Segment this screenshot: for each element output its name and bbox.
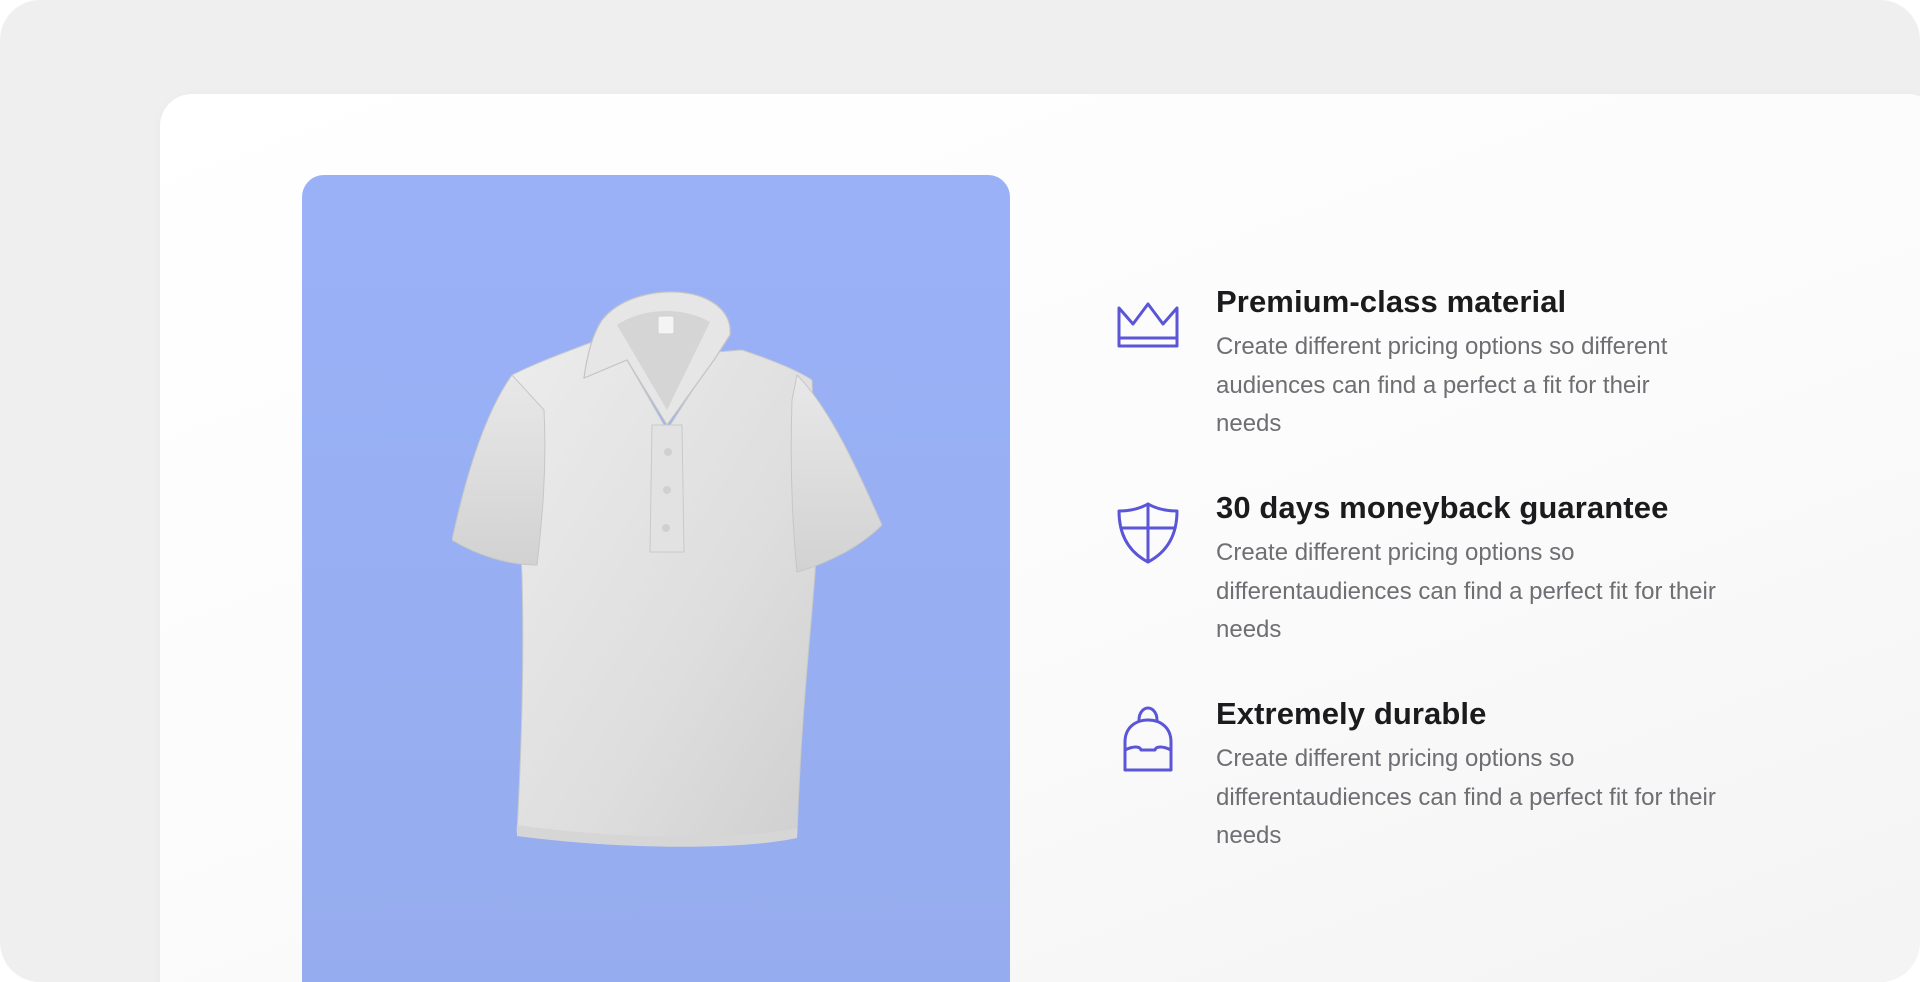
polo-shirt-image [452,291,882,847]
feature-title: Extremely durable [1216,696,1487,731]
feature-list: Premium-class material Create different … [1115,282,1735,900]
crown-icon [1115,294,1181,360]
feature-description: Create different pricing options so diff… [1216,333,1668,437]
product-image-panel [302,175,1010,982]
feature-title: 30 days moneyback guarantee [1216,490,1669,525]
feature-description: Create different pricing options so diff… [1216,745,1716,849]
feature-item-material: Premium-class material Create different … [1115,282,1735,488]
shield-icon [1115,500,1181,566]
feature-item-guarantee: 30 days moneyback guarantee Create diffe… [1115,488,1735,694]
feature-title: Premium-class material [1216,284,1567,319]
backpack-icon [1115,706,1181,772]
feature-item-durable: Extremely durable Create different prici… [1115,694,1735,900]
page-background: Premium-class material Create different … [0,0,1920,982]
feature-description: Create different pricing options so diff… [1216,539,1716,643]
